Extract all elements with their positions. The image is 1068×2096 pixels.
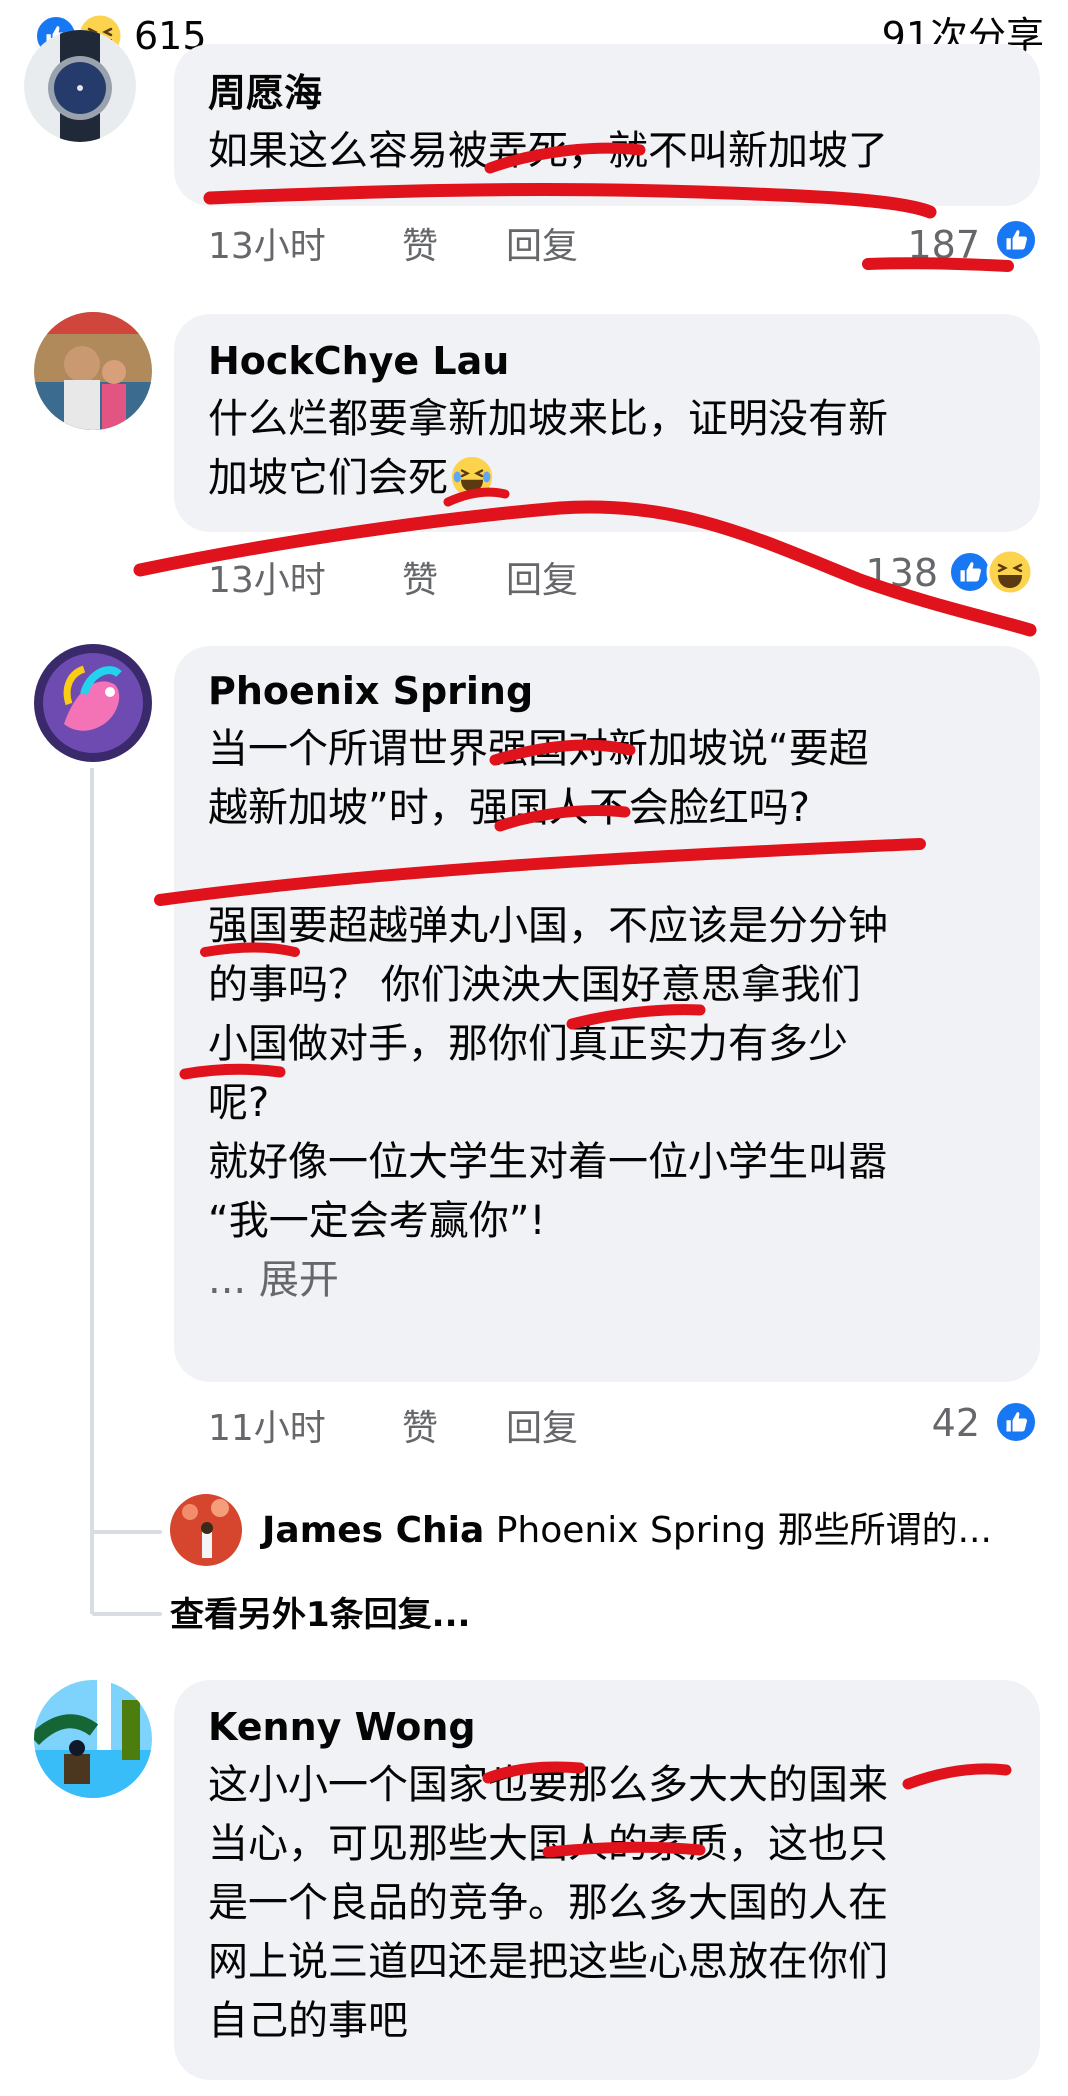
comment-time[interactable]: 11小时 xyxy=(208,1404,326,1454)
comment-bubble: Kenny Wong 这小小一个国家也要那么多大大的国来 当心，可见那些大国人的… xyxy=(174,1680,1040,2080)
reply-connector xyxy=(92,1530,162,1534)
comment-line: 小国做对手，那你们真正实力有多少 xyxy=(208,1021,848,1067)
commenter-avatar[interactable] xyxy=(24,30,136,142)
like-button[interactable]: 赞 xyxy=(402,222,438,272)
reply-avatar[interactable] xyxy=(170,1494,242,1566)
reply-author[interactable]: James Chia xyxy=(262,1510,484,1551)
comment-author[interactable]: Phoenix Spring xyxy=(208,666,533,716)
comment-time[interactable]: 13小时 xyxy=(208,556,326,606)
comment-line: 强国要超越弹丸小国，不应该是分分钟 xyxy=(208,903,888,949)
comment-reaction-count[interactable]: 42 xyxy=(880,1398,980,1448)
comment-reaction-count[interactable]: 138 xyxy=(838,548,938,598)
comment-line: 如果这么容易被弄死，就不叫新加坡了 xyxy=(208,128,888,174)
view-more-replies[interactable]: 查看另外1条回复... xyxy=(170,1590,470,1640)
commenter-avatar[interactable] xyxy=(34,312,152,430)
comment-line: 自己的事吧 xyxy=(208,1998,408,2044)
comment-line: 是一个良品的竞争。那么多大国的人在 xyxy=(208,1880,888,1926)
reply-text: Phoenix Spring 那些所谓的... xyxy=(495,1510,992,1551)
comment-line xyxy=(208,838,1018,897)
comment-author[interactable]: Kenny Wong xyxy=(208,1702,476,1752)
commenter-avatar[interactable] xyxy=(34,644,152,762)
reply-button[interactable]: 回复 xyxy=(506,1404,578,1454)
comment-time[interactable]: 13小时 xyxy=(208,222,326,272)
expand-link[interactable]: ... 展开 xyxy=(208,1251,1018,1310)
haha-reaction-icon xyxy=(986,548,1034,596)
comment-line: 的事吗？ 你们泱泱大国好意思拿我们 xyxy=(208,962,861,1008)
comment-line: “我一定会考赢你”! xyxy=(208,1198,546,1244)
like-button[interactable]: 赞 xyxy=(402,556,438,606)
comment-line: 呢? xyxy=(208,1080,270,1126)
like-reaction-icon xyxy=(994,1400,1038,1444)
reply-connector xyxy=(92,1612,162,1616)
comment-line: 这小小一个国家也要那么多大大的国来 xyxy=(208,1762,888,1808)
comment-line: 当一个所谓世界强国对新加坡说“要超 xyxy=(208,726,869,772)
comment-line: 加坡它们会死 xyxy=(208,449,1018,508)
comment-line: 什么烂都要拿新加坡来比，证明没有新 xyxy=(208,396,888,442)
comment-text: 这小小一个国家也要那么多大大的国来 当心，可见那些大国人的素质，这也只 是一个良… xyxy=(208,1756,1018,2051)
comment-author[interactable]: 周愿海 xyxy=(208,68,322,118)
comment-author[interactable]: HockChye Lau xyxy=(208,336,509,386)
comment-line: 网上说三道四还是把这些心思放在你们 xyxy=(208,1939,888,1985)
like-button[interactable]: 赞 xyxy=(402,1404,438,1454)
comment-line: 越新加坡”时，强国人不会脸红吗? xyxy=(208,785,810,831)
like-reaction-icon xyxy=(994,218,1038,262)
reply-button[interactable]: 回复 xyxy=(506,222,578,272)
thread-connector xyxy=(90,768,94,1614)
reply-button[interactable]: 回复 xyxy=(506,556,578,606)
comment-bubble: 周愿海 如果这么容易被弄死，就不叫新加坡了 xyxy=(174,44,1040,206)
comment-text: 什么烂都要拿新加坡来比，证明没有新 加坡它们会死 xyxy=(208,390,1018,508)
comment-bubble: HockChye Lau 什么烂都要拿新加坡来比，证明没有新 加坡它们会死 xyxy=(174,314,1040,532)
comment-line: 就好像一位大学生对着一位小学生叫嚣 xyxy=(208,1139,888,1185)
comment-text: 当一个所谓世界强国对新加坡说“要超 越新加坡”时，强国人不会脸红吗? 强国要超越… xyxy=(208,720,1018,1310)
reply-preview[interactable]: James Chia Phoenix Spring 那些所谓的... xyxy=(262,1506,992,1556)
comment-text: 如果这么容易被弄死，就不叫新加坡了 xyxy=(208,122,1018,181)
comment-bubble: Phoenix Spring 当一个所谓世界强国对新加坡说“要超 越新加坡”时，… xyxy=(174,646,1040,1382)
comment-line: 当心，可见那些大国人的素质，这也只 xyxy=(208,1821,888,1867)
laughing-emoji-icon xyxy=(451,456,493,498)
commenter-avatar[interactable] xyxy=(34,1680,152,1798)
comment-reaction-count[interactable]: 187 xyxy=(880,220,980,270)
